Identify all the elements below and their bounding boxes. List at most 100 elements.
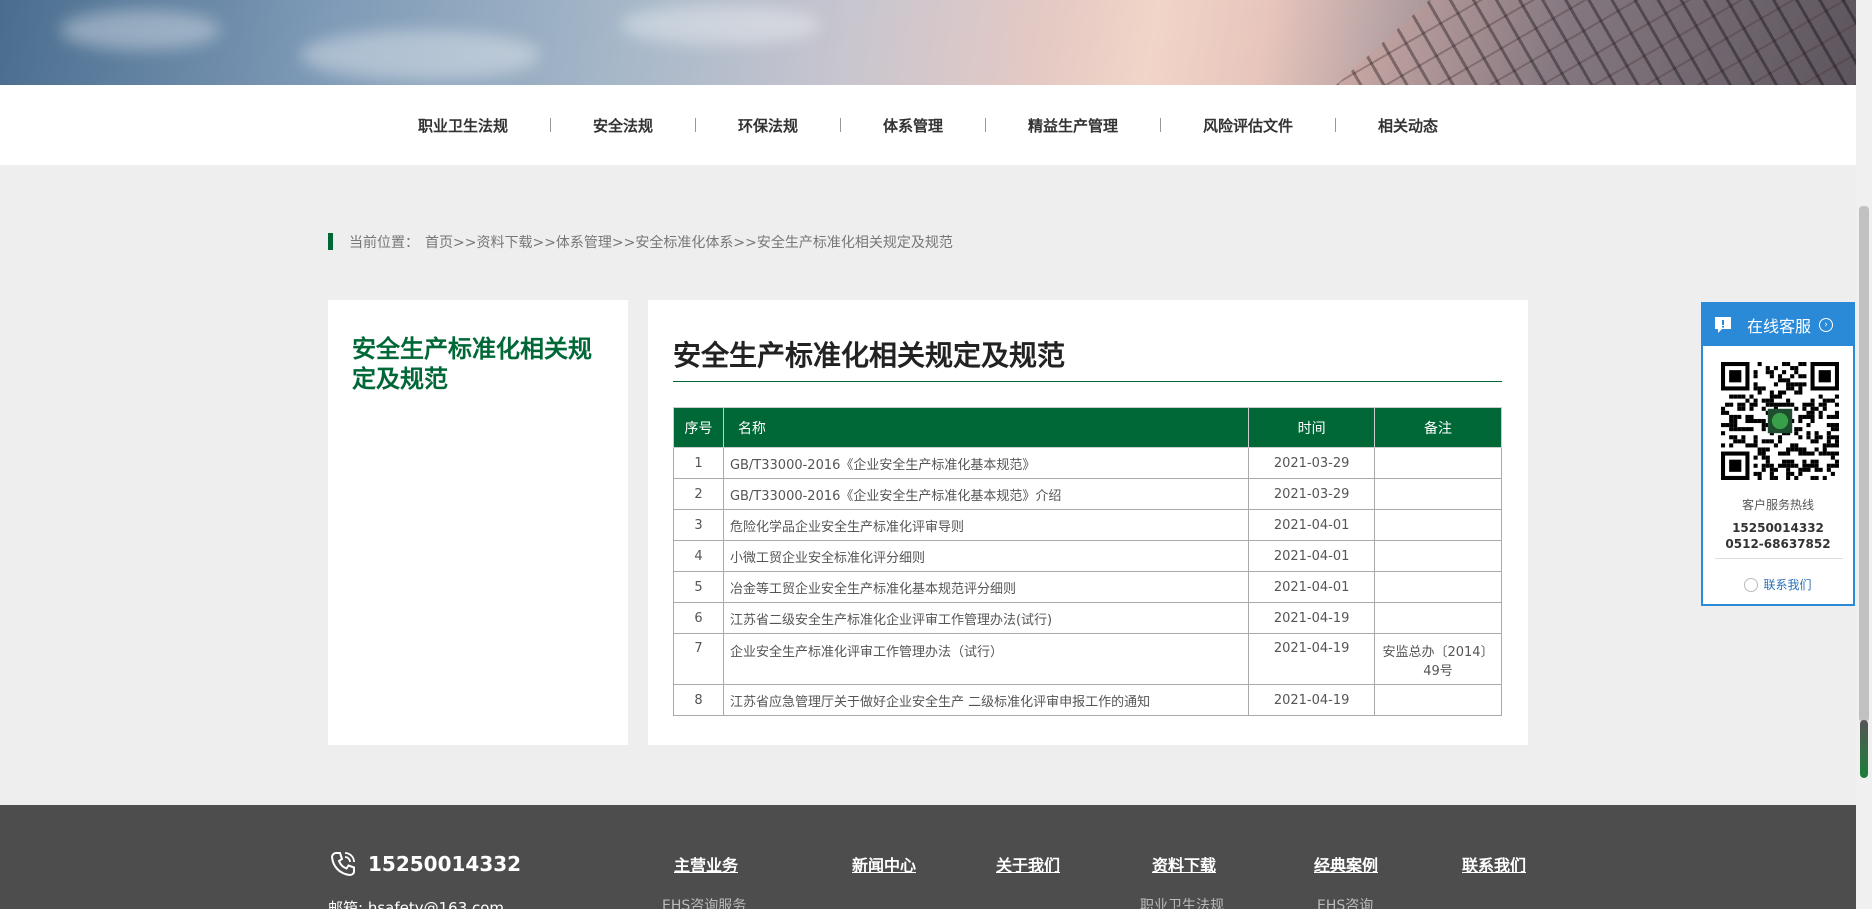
chevron-right-icon[interactable]: › <box>1819 318 1834 332</box>
row-number: 7 <box>673 633 724 685</box>
header-date: 时间 <box>1248 407 1376 448</box>
header-note: 备注 <box>1374 407 1502 448</box>
page: 职业卫生法规 安全法规 环保法规 体系管理 精益生产管理 风险评估文件 相关动态… <box>0 0 1856 909</box>
nav-item-risk-assessment[interactable]: 风险评估文件 <box>1203 115 1293 136</box>
service-header[interactable]: 在线客服 › <box>1703 304 1853 346</box>
footer-link-ehs-service[interactable]: EHS咨询服务 <box>662 895 746 909</box>
phone-icon <box>330 852 355 877</box>
footer-link-occupational-health[interactable]: 职业卫生法规 <box>1140 895 1224 909</box>
row-number: 6 <box>673 602 724 634</box>
breadcrumb: 当前位置： 首页>>资料下载>>体系管理>>安全标准化体系>>安全生产标准化相关… <box>328 232 953 252</box>
header-name: 名称 <box>722 407 1250 448</box>
qr-code <box>1721 362 1839 480</box>
row-number: 1 <box>673 447 724 479</box>
table-row: 5 冶金等工贸企业安全生产标准化基本规范评分细则 2021-04-01 <box>673 571 1502 603</box>
chat-icon <box>1715 317 1731 333</box>
row-number: 8 <box>673 684 724 716</box>
document-name-link[interactable]: 小微工贸企业安全标准化评分细则 <box>722 540 1250 572</box>
footer-col-about[interactable]: 关于我们 <box>996 852 1060 876</box>
footer-phone: 15250014332 <box>328 849 521 879</box>
row-note <box>1374 447 1502 479</box>
nav-item-environmental-regulations[interactable]: 环保法规 <box>738 115 798 136</box>
contact-icon <box>1744 577 1759 592</box>
page-scrollbar[interactable] <box>1856 0 1872 909</box>
nav-separator <box>985 118 986 132</box>
table-row: 1 GB/T33000-2016《企业安全生产标准化基本规范》 2021-03-29 <box>673 447 1502 479</box>
footer-col-news[interactable]: 新闻中心 <box>852 852 916 876</box>
online-service-widget: 在线客服 › 客户服务热线 15250014332 0512-68637852 … <box>1701 302 1855 606</box>
scrollbar-thumb[interactable] <box>1859 206 1869 722</box>
contact-us-link[interactable]: 联系我们 <box>1703 576 1853 593</box>
content-panel: 安全生产标准化相关规定及规范 序号 名称 时间 备注 1 GB/T33000-20… <box>648 300 1528 745</box>
table-row: 6 江苏省二级安全生产标准化企业评审工作管理办法(试行) 2021-04-19 <box>673 602 1502 634</box>
table-row: 8 江苏省应急管理厅关于做好企业安全生产 二级标准化评审申报工作的通知 2021-0… <box>673 684 1502 716</box>
hotline-phone-1: 15250014332 <box>1732 521 1824 535</box>
hotline-phone-2: 0512-68637852 <box>1725 537 1831 551</box>
footer-phone-number: 15250014332 <box>368 852 522 876</box>
footer-email: 邮箱: hsafety@163.com <box>328 899 505 909</box>
nav-separator <box>1160 118 1162 132</box>
hotline-label: 客户服务热线 <box>1741 498 1814 512</box>
nav-item-related-news[interactable]: 相关动态 <box>1378 115 1438 136</box>
service-title: 在线客服 <box>1747 317 1812 336</box>
footer-col-contact[interactable]: 联系我们 <box>1462 852 1526 876</box>
footer-link-ehs-consulting[interactable]: EHS咨询 <box>1317 895 1373 909</box>
document-name-link[interactable]: GB/T33000-2016《企业安全生产标准化基本规范》介绍 <box>722 478 1250 510</box>
document-name-link[interactable]: 企业安全生产标准化评审工作管理办法（试行） <box>722 633 1250 685</box>
contact-us-label: 联系我们 <box>1763 578 1812 592</box>
nav-separator <box>839 118 841 132</box>
document-name-link[interactable]: 江苏省二级安全生产标准化企业评审工作管理办法(试行) <box>722 602 1250 634</box>
nav-separator <box>549 118 551 132</box>
row-note: 安监总办〔2014〕49号 <box>1374 633 1502 685</box>
row-number: 2 <box>673 478 724 510</box>
row-date: 2021-03-29 <box>1248 478 1376 510</box>
table-row: 4 小微工贸企业安全标准化评分细则 2021-04-01 <box>673 540 1502 572</box>
row-date: 2021-04-19 <box>1248 684 1376 716</box>
row-date: 2021-04-01 <box>1248 509 1376 541</box>
nav-separator <box>1335 118 1337 132</box>
row-note <box>1374 602 1502 634</box>
table-row: 2 GB/T33000-2016《企业安全生产标准化基本规范》介绍 2021-03-… <box>673 478 1502 510</box>
document-name-link[interactable]: GB/T33000-2016《企业安全生产标准化基本规范》 <box>722 447 1250 479</box>
row-note <box>1374 684 1502 716</box>
footer: 15250014332 邮箱: hsafety@163.com 主营业务 新闻中… <box>0 805 1856 909</box>
main-nav: 职业卫生法规 安全法规 环保法规 体系管理 精益生产管理 风险评估文件 相关动态 <box>0 85 1856 165</box>
nav-item-lean-production[interactable]: 精益生产管理 <box>1028 115 1118 136</box>
table-row: 7 企业安全生产标准化评审工作管理办法（试行） 2021-04-19 安监总办〔201… <box>673 633 1502 685</box>
row-number: 3 <box>673 509 724 541</box>
breadcrumb-label: 当前位置： <box>349 234 419 251</box>
footer-col-cases[interactable]: 经典案例 <box>1314 852 1378 876</box>
title-divider <box>673 381 1502 382</box>
service-divider <box>1715 558 1843 559</box>
nav-item-occupational-health[interactable]: 职业卫生法规 <box>418 115 508 136</box>
row-date: 2021-03-29 <box>1248 447 1376 479</box>
hotline-numbers: 15250014332 0512-68637852 <box>1703 520 1853 552</box>
table-header-row: 序号 名称 时间 备注 <box>673 407 1502 448</box>
header-no: 序号 <box>673 407 724 448</box>
documents-table: 序号 名称 时间 备注 1 GB/T33000-2016《企业安全生产标准化基本规… <box>673 407 1502 716</box>
row-note <box>1374 571 1502 603</box>
row-number: 4 <box>673 540 724 572</box>
sidebar: 安全生产标准化相关规定及规范 <box>328 300 628 745</box>
row-date: 2021-04-19 <box>1248 633 1376 685</box>
document-name-link[interactable]: 江苏省应急管理厅关于做好企业安全生产 二级标准化评审申报工作的通知 <box>722 684 1250 716</box>
nav-item-safety-regulations[interactable]: 安全法规 <box>593 115 653 136</box>
row-date: 2021-04-19 <box>1248 602 1376 634</box>
banner-image <box>0 0 1856 85</box>
footer-col-business[interactable]: 主营业务 <box>674 852 738 876</box>
scroll-indicator <box>1860 720 1868 778</box>
footer-col-downloads[interactable]: 资料下载 <box>1152 852 1216 876</box>
document-name-link[interactable]: 冶金等工贸企业安全生产标准化基本规范评分细则 <box>722 571 1250 603</box>
breadcrumb-path[interactable]: 首页>>资料下载>>体系管理>>安全标准化体系>>安全生产标准化相关规定及规范 <box>425 232 953 252</box>
row-note <box>1374 540 1502 572</box>
document-name-link[interactable]: 危险化学品企业安全生产标准化评审导则 <box>722 509 1250 541</box>
row-date: 2021-04-01 <box>1248 540 1376 572</box>
row-note <box>1374 478 1502 510</box>
row-number: 5 <box>673 571 724 603</box>
row-note <box>1374 509 1502 541</box>
nav-item-system-management[interactable]: 体系管理 <box>883 115 943 136</box>
breadcrumb-marker <box>328 233 333 250</box>
sidebar-title[interactable]: 安全生产标准化相关规定及规范 <box>352 334 602 394</box>
row-date: 2021-04-01 <box>1248 571 1376 603</box>
table-row: 3 危险化学品企业安全生产标准化评审导则 2021-04-01 <box>673 509 1502 541</box>
